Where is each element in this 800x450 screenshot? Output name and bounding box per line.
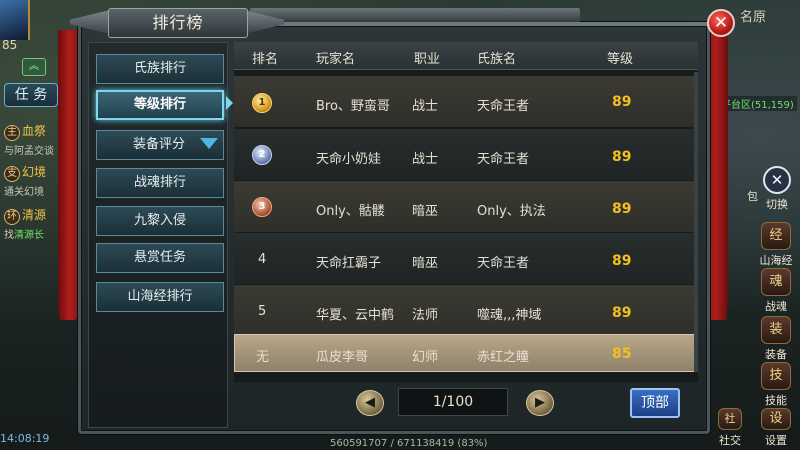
- player-name: Bro、野蛮哥: [316, 99, 390, 114]
- header-clan: 氏族名: [477, 52, 517, 67]
- side-label: 技能: [765, 394, 787, 407]
- quest-npc-link[interactable]: 清源长: [14, 230, 44, 241]
- task-button[interactable]: 任 务: [4, 83, 58, 107]
- clan-name: Only、执法: [477, 204, 546, 219]
- bronze-medal-icon: 3: [252, 197, 272, 217]
- player-class: 幻师: [412, 350, 439, 365]
- clan-name: 天命王者: [477, 99, 530, 114]
- quest-name: 清源: [22, 208, 47, 222]
- collapse-arrow-icon[interactable]: ︽: [22, 58, 46, 76]
- player-level-value: 89: [612, 149, 632, 165]
- prev-page-icon[interactable]: ◀: [356, 390, 384, 416]
- quest-tag: 支: [4, 166, 20, 182]
- equipment-button[interactable]: 装 装备: [757, 316, 795, 362]
- tab-war-soul-ranking[interactable]: 战魂排行: [96, 168, 224, 198]
- player-level-value: 89: [612, 253, 632, 269]
- active-tab-pointer-icon: [226, 96, 233, 110]
- quest-desc: 找清源长: [4, 226, 44, 241]
- coordinates: 平台区(51,159): [718, 96, 797, 111]
- quest-name: 血祭: [22, 124, 47, 138]
- player-name: 瓜皮李哥: [316, 350, 369, 365]
- player-name: 天命小奶娃: [316, 152, 382, 167]
- quest-desc: 与阿孟交谈: [4, 146, 54, 157]
- tab-shanhaijing-ranking[interactable]: 山海经排行: [96, 282, 224, 312]
- player-level-value: 89: [612, 94, 632, 110]
- quest-main[interactable]: 主血祭: [4, 122, 46, 141]
- player-level: 85: [2, 38, 18, 52]
- player-name: 天命扛霸子: [316, 256, 382, 271]
- switch-label: 切换: [766, 198, 788, 211]
- quest-desc: 通关幻境: [4, 187, 44, 198]
- side-label: 装备: [765, 348, 787, 361]
- quest-ring[interactable]: 环清源: [4, 206, 46, 225]
- close-button[interactable]: ✕: [707, 9, 735, 37]
- social-icon: 社: [718, 408, 742, 430]
- social-button[interactable]: 社 社交: [714, 408, 746, 448]
- exp-text: 560591707 / 671138419 (83%): [330, 438, 488, 449]
- zone-name: 名原: [740, 10, 767, 25]
- header-player: 玩家名: [316, 52, 356, 67]
- side-label: 社交: [719, 434, 741, 447]
- header-class: 职业: [414, 52, 441, 67]
- player-level-value: 89: [612, 305, 632, 321]
- side-label: 战魂: [765, 300, 787, 313]
- player-portrait[interactable]: [0, 0, 30, 40]
- clan-name: 噬魂,,,神域: [477, 308, 542, 323]
- switch-button[interactable]: ✕ 切换: [758, 166, 796, 212]
- header-level: 等级: [607, 52, 634, 67]
- quest-name: 幻境: [22, 165, 47, 179]
- tab-level-ranking[interactable]: 等级排行: [96, 90, 224, 120]
- clan-name: 天命王者: [477, 256, 530, 271]
- game-screen: 85 ︽ 任 务 主血祭 与阿孟交谈 支幻境 通关幻境 环清源 找清源长 14:…: [0, 0, 800, 450]
- armor-icon: 装: [761, 316, 791, 344]
- soul-icon: 魂: [761, 268, 791, 296]
- tab-jiuli-invasion[interactable]: 九黎入侵: [96, 206, 224, 236]
- table-scrollbar[interactable]: [694, 72, 698, 372]
- war-soul-button[interactable]: 魂 战魂: [757, 268, 795, 314]
- player-name: 华夏、云中鹤: [316, 308, 395, 323]
- gold-medal-icon: 1: [252, 93, 272, 113]
- side-label: 设置: [765, 434, 787, 447]
- player-class: 法师: [412, 308, 439, 323]
- dialog-title: 排行榜: [108, 8, 248, 38]
- silver-medal-icon: 2: [252, 145, 272, 165]
- gear-icon: 设: [761, 408, 791, 430]
- player-class: 战士: [412, 99, 439, 114]
- clock: 14:08:19: [0, 432, 50, 445]
- next-page-icon[interactable]: ▶: [526, 390, 554, 416]
- tab-clan-ranking[interactable]: 氏族排行: [96, 54, 224, 84]
- bag-label[interactable]: 包: [747, 188, 758, 204]
- skill-book-icon: 技: [761, 362, 791, 390]
- settings-button[interactable]: 设 设置: [757, 408, 795, 448]
- rank-number: 5: [258, 304, 267, 319]
- quest-side[interactable]: 支幻境: [4, 163, 46, 182]
- player-class: 暗巫: [412, 256, 439, 271]
- dropdown-arrow-icon[interactable]: [200, 138, 218, 149]
- dialog-top-bar: [250, 8, 580, 22]
- scroll-top-button[interactable]: 顶部: [630, 388, 680, 418]
- player-level-value: 85: [612, 346, 632, 362]
- player-level-value: 89: [612, 201, 632, 217]
- rank-number: 4: [258, 252, 267, 267]
- book-icon: 经: [761, 222, 791, 250]
- player-class: 战士: [412, 152, 439, 167]
- side-label: 山海经: [759, 254, 793, 267]
- header-rank: 排名: [252, 52, 279, 67]
- rank-number: 无: [256, 350, 270, 365]
- quest-tag: 主: [4, 125, 20, 141]
- tab-bounty-quest[interactable]: 悬赏任务: [96, 243, 224, 273]
- player-class: 暗巫: [412, 204, 439, 219]
- clan-name: 赤红之瞳: [477, 350, 530, 365]
- page-indicator: 1/100: [398, 388, 508, 416]
- quest-desc-prefix: 找: [4, 230, 14, 241]
- clan-name: 天命王者: [477, 152, 530, 167]
- switch-icon: ✕: [763, 166, 791, 194]
- shanhaijing-button[interactable]: 经 山海经: [757, 222, 795, 268]
- player-name: Only、骷髅: [316, 204, 385, 219]
- quest-tag: 环: [4, 209, 20, 225]
- skills-button[interactable]: 技 技能: [757, 362, 795, 408]
